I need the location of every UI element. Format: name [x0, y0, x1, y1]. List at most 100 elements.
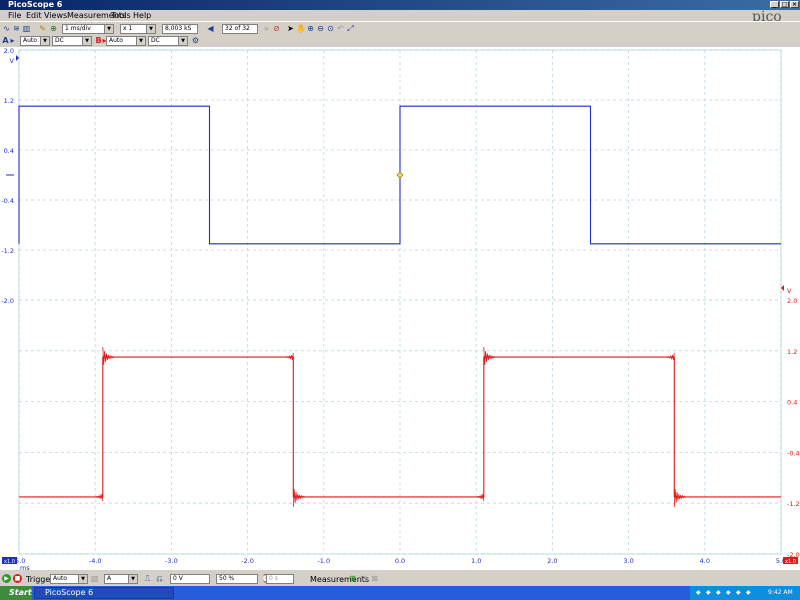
chevron-down-icon: ▼: [136, 37, 145, 45]
tray-icon[interactable]: ◆: [746, 589, 751, 596]
buffer-next-icon[interactable]: »: [262, 24, 271, 33]
channel-a-coupling-select[interactable]: DC ▼: [52, 36, 92, 46]
ringing-artifact: [292, 489, 306, 507]
x-tick-label: 3.0: [623, 557, 633, 565]
channel-a-options-icon[interactable]: ▸: [8, 36, 17, 45]
delete-measurement-icon[interactable]: ⊠: [370, 574, 379, 583]
pointer-tool-icon[interactable]: ➤: [286, 24, 295, 33]
buffer-navigator[interactable]: 32 of 32: [222, 24, 258, 34]
trigger-source-select[interactable]: A ▼: [104, 574, 138, 584]
menu-help[interactable]: Help: [133, 11, 151, 20]
timebase-value: 1 ms/div: [65, 25, 91, 32]
x-tick-label: -1.0: [317, 557, 330, 565]
zoom-in-icon[interactable]: ⊕: [306, 24, 315, 33]
channel-b-coupling: DC: [151, 37, 160, 44]
close-button[interactable]: ×: [790, 1, 799, 8]
channel-b-range: Auto: [109, 37, 123, 44]
add-measurement-icon[interactable]: ⊞: [348, 574, 357, 583]
start-capture-icon[interactable]: ▶: [2, 574, 11, 583]
trigger-mode-select[interactable]: Auto ▼: [50, 574, 88, 584]
title-bar: PicoScope 6 _ □ ×: [0, 0, 800, 10]
fit-view-icon[interactable]: ⤢: [346, 24, 355, 33]
window-title: PicoScope 6: [8, 0, 63, 9]
advanced-trigger-icon[interactable]: ▧: [90, 574, 99, 583]
tray-icon[interactable]: ◆: [706, 589, 711, 596]
channel-a-range: Auto: [23, 37, 37, 44]
x-tick-label: 1.0: [471, 557, 481, 565]
tray-icon[interactable]: ◆: [726, 589, 731, 596]
ringing-artifact: [483, 347, 496, 365]
menu-tools[interactable]: Tools: [111, 11, 131, 20]
taskbar-app-label: PicoScope 6: [45, 588, 94, 597]
buffer-first-icon[interactable]: ◀: [206, 24, 215, 33]
start-label: Start: [9, 588, 32, 597]
rising-edge-icon[interactable]: ⎍: [143, 574, 152, 583]
x-tick-label: 4.0: [700, 557, 710, 565]
timebase-select[interactable]: 1 ms/div ▼: [62, 24, 114, 34]
delay-input[interactable]: 0 s: [266, 574, 294, 584]
clock: 9:42 AM: [768, 589, 793, 596]
channel-b-coupling-select[interactable]: DC ▼: [148, 36, 188, 46]
tray-icon[interactable]: ◆: [696, 589, 701, 596]
main-toolbar: ∿ ≋ ▥ ✎ ⊕ 1 ms/div ▼ x 1 ▼ 8,003 kS ◀ 32…: [0, 21, 800, 36]
left-unit-label: V: [10, 57, 15, 65]
trigger-level-input[interactable]: 0 V: [170, 574, 210, 584]
ringing-artifact: [666, 353, 675, 361]
edit-measurement-icon[interactable]: ⊟: [359, 574, 368, 583]
channel-toolbar: A ▸ Auto ▼ DC ▼ B ▸ Auto ▼ DC ▼ ⚙: [0, 35, 800, 47]
left-y-tick-label: 2.0: [4, 47, 14, 55]
minimize-button[interactable]: _: [770, 1, 779, 8]
chevron-down-icon: ▼: [78, 575, 87, 583]
channel-b-range-select[interactable]: Auto ▼: [106, 36, 146, 46]
start-button[interactable]: Start: [0, 586, 32, 600]
taskbar-app-button[interactable]: PicoScope 6: [34, 587, 174, 599]
scope-chart[interactable]: 2.0 1.2 0.4 -0.4 -1.2 -2.0 2.0 1.2 0.4 -0.4 -1.2 -2…: [0, 47, 800, 572]
right-ruler-handle: [781, 285, 784, 291]
auto-setup-icon[interactable]: ✎: [38, 24, 47, 33]
zoom-area-icon[interactable]: ⊙: [326, 24, 335, 33]
trigger-level: 0 V: [173, 575, 183, 582]
chevron-down-icon: ▼: [40, 37, 49, 45]
system-tray: ◆ ◆ ◆ ◆ ◆ ◆ 9:42 AM: [690, 586, 800, 600]
right-y-tick-label: 0.4: [787, 399, 797, 407]
pretrigger-value: 50 %: [219, 575, 235, 582]
maximize-button[interactable]: □: [780, 1, 789, 8]
taskbar: Start PicoScope 6 ◆ ◆ ◆ ◆ ◆ ◆ 9:42 AM: [0, 586, 800, 600]
undo-zoom-icon[interactable]: ↶: [336, 24, 345, 33]
zoom-out-icon[interactable]: ⊖: [316, 24, 325, 33]
menu-views[interactable]: Views: [44, 11, 67, 20]
stop-capture-icon[interactable]: ■: [13, 574, 22, 583]
chevron-down-icon: ▼: [82, 37, 91, 45]
tray-icon[interactable]: ◆: [736, 589, 741, 596]
x-tick-label: 2.0: [547, 557, 557, 565]
right-unit-label: V: [787, 287, 792, 295]
left-y-tick-label: -2.0: [1, 297, 14, 305]
scope-view[interactable]: 2.0 1.2 0.4 -0.4 -1.2 -2.0 2.0 1.2 0.4 -0.4 -1.2 -2…: [0, 47, 800, 572]
falling-edge-icon[interactable]: ⎌: [155, 574, 164, 583]
x-tick-label: -2.0: [241, 557, 254, 565]
samples-input[interactable]: 8,003 kS: [162, 24, 198, 34]
chevron-down-icon: ▼: [146, 25, 155, 33]
ringing-artifact: [94, 493, 104, 501]
pretrigger-input[interactable]: 50 %: [216, 574, 258, 584]
x-tick-label: -3.0: [165, 557, 178, 565]
chevron-down-icon: ▼: [104, 25, 113, 33]
menu-edit[interactable]: Edit: [26, 11, 42, 20]
probe-settings-icon[interactable]: ⚙: [191, 36, 200, 45]
spectrum-mode-icon[interactable]: ▥: [22, 24, 31, 33]
channel-b-badge-label: x1.0: [785, 559, 796, 565]
menu-file[interactable]: File: [8, 11, 21, 20]
right-y-tick-label: -1.2: [787, 500, 800, 508]
buffer-stop-icon[interactable]: ⊘: [272, 24, 281, 33]
multiplier-value: x 1: [123, 25, 133, 32]
hand-tool-icon[interactable]: ✋: [296, 24, 306, 33]
persistence-mode-icon[interactable]: ≋: [12, 24, 21, 33]
scope-mode-icon[interactable]: ∿: [2, 24, 11, 33]
samples-value: 8,003 kS: [165, 25, 192, 32]
channel-options-icon[interactable]: ⊕: [49, 24, 58, 33]
zoom-multiplier-select[interactable]: x 1 ▼: [120, 24, 156, 34]
tray-icon[interactable]: ◆: [716, 589, 721, 596]
ringing-artifact: [285, 353, 294, 361]
channel-a-range-select[interactable]: Auto ▼: [20, 36, 50, 46]
left-y-tick-label: -1.2: [1, 247, 14, 255]
